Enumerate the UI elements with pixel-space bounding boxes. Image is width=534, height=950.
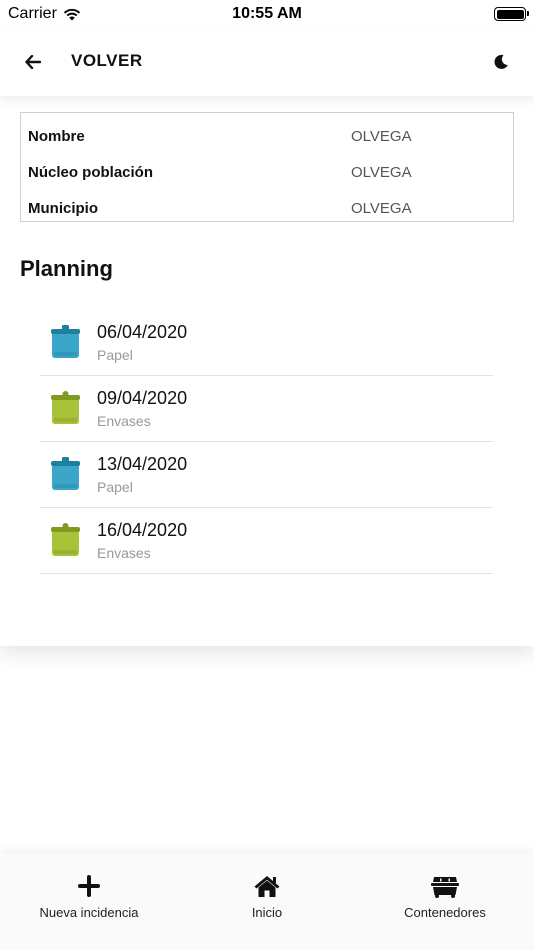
planning-type: Envases [97,545,151,561]
info-value: OLVEGA [351,200,412,217]
planning-type: Papel [97,347,133,363]
tab-label: Nueva incidencia [39,905,139,920]
info-row-municipio: Municipio OLVEGA [21,191,513,227]
status-bar: Carrier 10:55 AM [0,0,534,28]
packaging-bin-icon [51,523,80,556]
plus-icon [78,875,100,897]
info-row-nombre: Nombre OLVEGA [21,119,513,155]
info-row-nucleo: Núcleo población OLVEGA [21,155,513,191]
header-title[interactable]: VOLVER [71,51,143,71]
planning-item[interactable]: 13/04/2020 Papel [40,442,493,508]
detail-card: Nombre OLVEGA Núcleo población OLVEGA Mu… [0,96,534,646]
planning-item[interactable]: 16/04/2020 Envases [40,508,493,574]
tab-nueva-incidencia[interactable]: Nueva incidencia [0,873,178,923]
info-value: OLVEGA [351,128,412,145]
planning-date: 06/04/2020 [97,322,188,342]
info-label: Nombre [28,128,85,145]
info-label: Núcleo población [28,164,154,181]
tab-label: Contenedores [404,905,486,920]
home-icon [254,876,280,897]
app-header: VOLVER [0,28,534,96]
planning-item[interactable]: 06/04/2020 Papel [40,310,493,376]
status-time: 10:55 AM [232,5,302,22]
planning-item[interactable]: 09/04/2020 Envases [40,376,493,442]
back-button[interactable] [18,48,48,76]
packaging-bin-icon [51,391,80,424]
tab-inicio[interactable]: Inicio [178,873,356,923]
paper-bin-icon [51,457,80,490]
planning-date: 09/04/2020 [97,388,188,408]
battery-icon [494,7,529,21]
moon-icon [494,54,508,69]
planning-type: Papel [97,479,133,495]
dumpster-icon [431,877,459,898]
arrow-left-icon [25,55,41,69]
info-value: OLVEGA [351,164,412,181]
tab-contenedores[interactable]: Contenedores [356,873,534,923]
bottom-tab-bar: Nueva incidencia Inicio Contenedores [0,853,534,950]
planning-type: Envases [97,413,151,429]
planning-list: 06/04/2020 Papel 09/04/2020 Envases 13/0… [40,310,493,574]
paper-bin-icon [51,325,80,358]
tab-label: Inicio [251,905,283,920]
theme-toggle-button[interactable] [486,48,516,76]
info-label: Municipio [28,200,98,217]
planning-title: Planning [20,256,113,281]
planning-date: 13/04/2020 [97,454,188,474]
planning-date: 16/04/2020 [97,520,188,540]
info-table: Nombre OLVEGA Núcleo población OLVEGA Mu… [20,112,514,222]
